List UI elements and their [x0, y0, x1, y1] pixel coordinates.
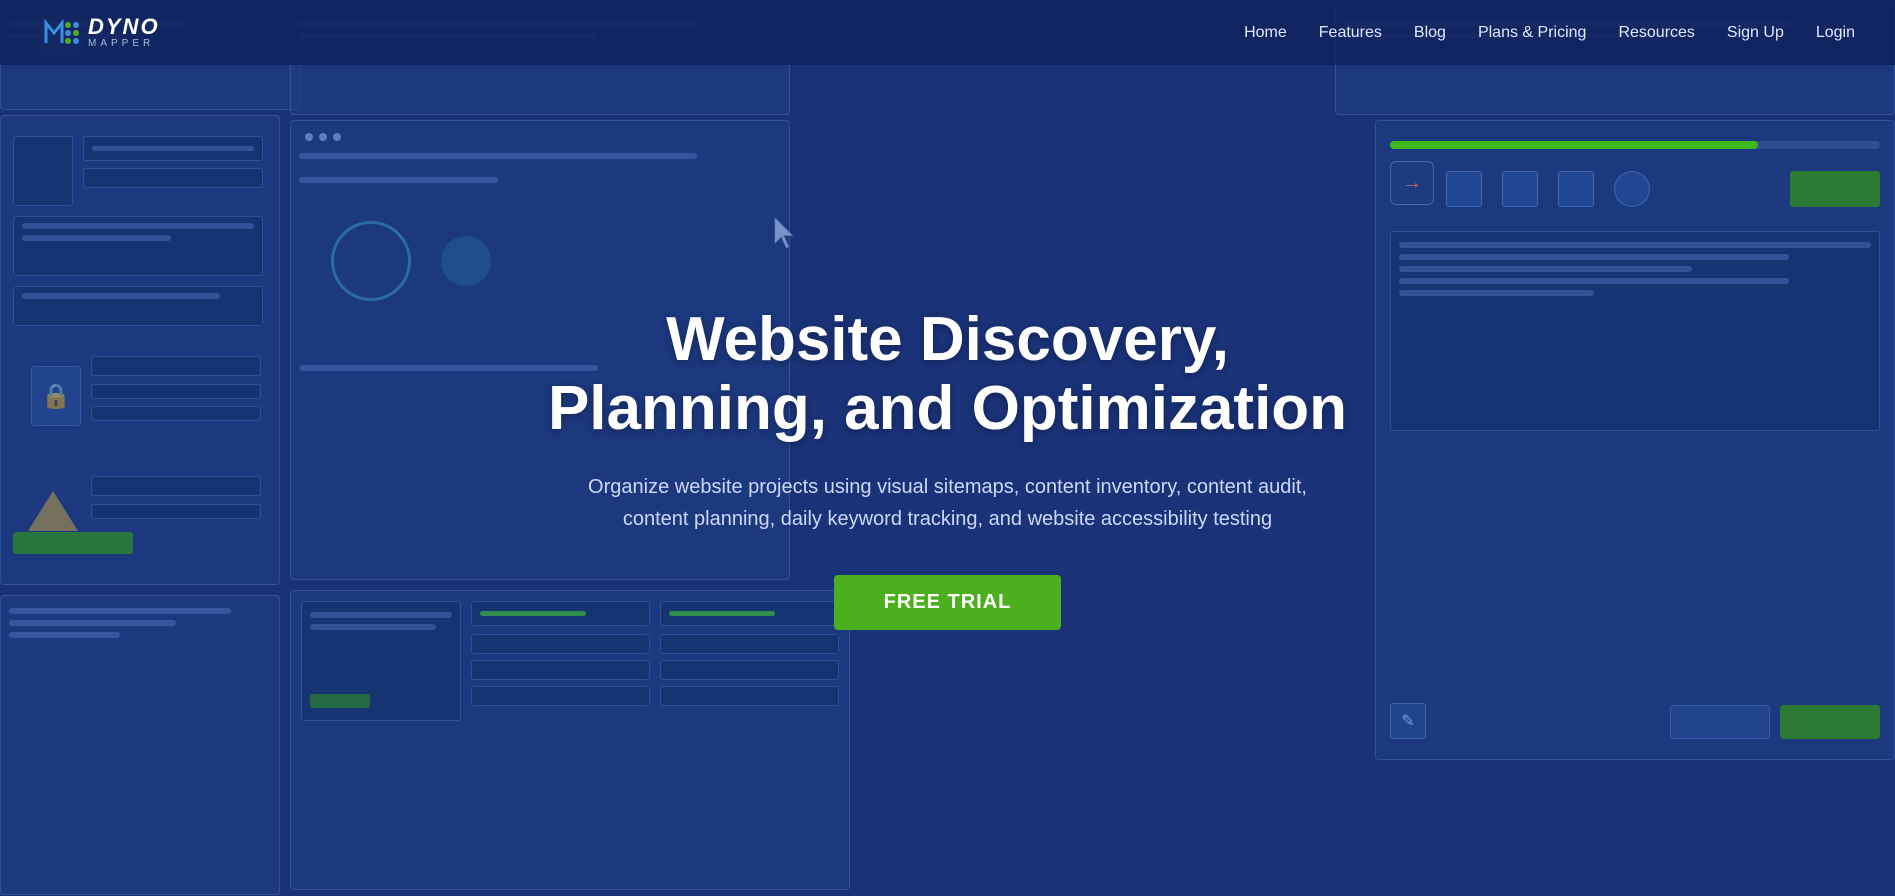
logo-icon — [40, 11, 84, 55]
nav-resources[interactable]: Resources — [1618, 24, 1694, 42]
nav-signup[interactable]: Sign Up — [1727, 24, 1784, 42]
hero-title: Website Discovery, Planning, and Optimiz… — [538, 306, 1358, 442]
logo-area: DYNO MAPPER — [40, 11, 160, 55]
nav-bar: DYNO MAPPER Home Features Blog Plans & P… — [0, 0, 1895, 65]
nav-plans[interactable]: Plans & Pricing — [1478, 24, 1587, 42]
nav-links: Home Features Blog Plans & Pricing Resou… — [1244, 24, 1855, 42]
nav-features[interactable]: Features — [1319, 24, 1382, 42]
logo-mapper-text: MAPPER — [88, 39, 160, 49]
nav-blog[interactable]: Blog — [1414, 24, 1446, 42]
nav-login[interactable]: Login — [1816, 24, 1855, 42]
hero-section: 🔒 — [0, 0, 1895, 896]
logo-dyno-text: DYNO — [88, 16, 160, 38]
hero-subtitle: Organize website projects using visual s… — [568, 471, 1328, 535]
nav-home[interactable]: Home — [1244, 24, 1287, 42]
hero-content: Website Discovery, Planning, and Optimiz… — [0, 0, 1895, 896]
free-trial-button[interactable]: FREE TRIAL — [834, 575, 1062, 630]
logo-text: DYNO MAPPER — [88, 16, 160, 49]
